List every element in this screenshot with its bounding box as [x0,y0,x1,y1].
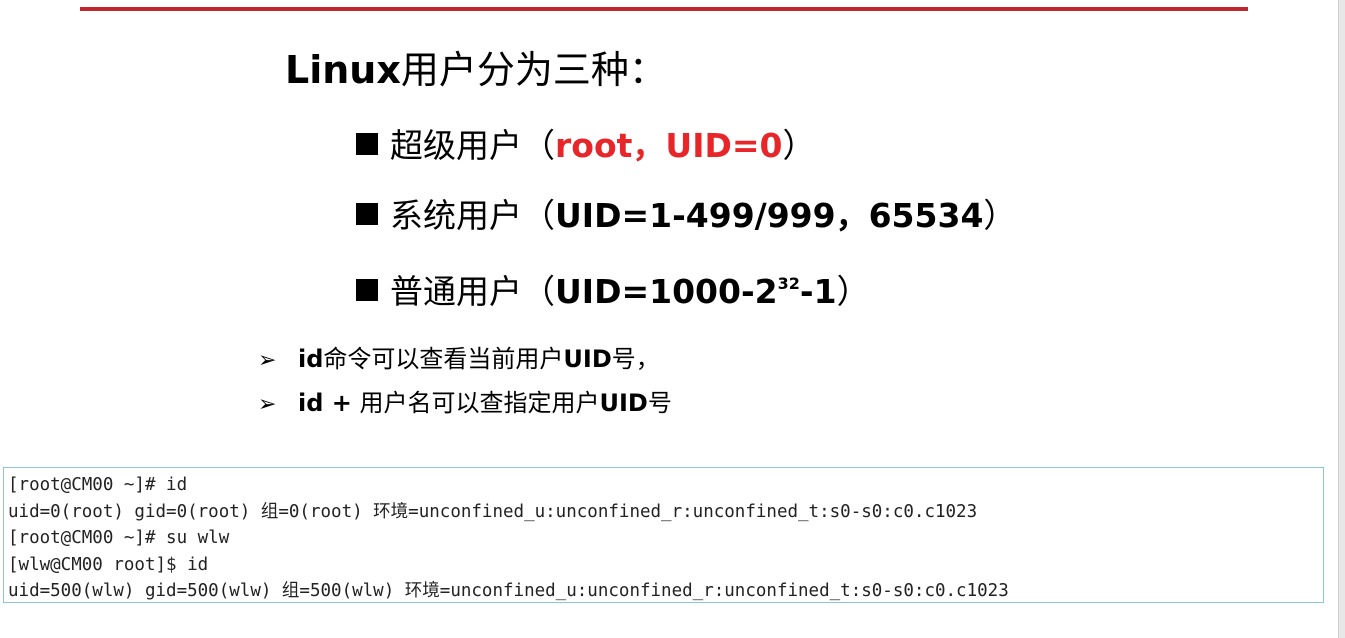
title-latin: Linux [285,48,401,92]
bullet-suffix: ） [782,126,816,165]
terminal-line: uid=0(root) gid=0(root) 组=0(root) 环境=unc… [8,501,978,522]
header-rule [80,7,1248,11]
bullet-range: UID=1000-2 [555,272,778,311]
bullet-highlight: root，UID=0 [555,126,783,165]
slide-title: Linux用户分为三种： [285,44,667,96]
scrollbar-edge [1338,0,1345,638]
bullet-suffix: ） [836,272,870,311]
note-id-command: ➢ id命令可以查看当前用户UID号， [258,342,660,378]
terminal-output: [root@CM00 ~]# id uid=0(root) gid=0(root… [3,467,1324,603]
note-text-tail: 号， [611,345,660,373]
note-command: id [298,345,324,373]
bullet-system-user: 系统用户（UID=1-499/999，65534） [356,192,1016,240]
square-bullet-icon [356,132,378,155]
note-uid: UID [599,389,648,417]
note-command: id + [298,389,352,417]
square-bullet-icon [356,278,378,301]
bullet-range-tail: -1 [799,272,837,311]
terminal-line: [root@CM00 ~]# id [8,475,188,495]
bullet-label: 系统用户（ [390,196,555,235]
note-id-username: ➢ id + 用户名可以查指定用户UID号 [258,386,672,422]
title-cjk: 用户分为三种： [400,48,667,92]
bullet-range: UID=1-499/999，65534 [555,196,984,235]
bullet-label: 超级用户（ [390,126,555,165]
terminal-line: [wlw@CM00 root]$ id [8,554,209,575]
arrow-bullet-icon: ➢ [258,348,277,373]
bullet-exponent: 32 [777,274,800,293]
square-bullet-icon [356,202,378,225]
terminal-line: [root@CM00 ~]# su wlw [8,528,230,548]
arrow-bullet-icon: ➢ [258,392,277,417]
terminal-line: uid=500(wlw) gid=500(wlw) 组=500(wlw) 环境=… [8,581,1009,601]
bullet-normal-user: 普通用户（UID=1000-232-1） [356,260,870,316]
bullet-superuser: 超级用户（root，UID=0） [356,122,815,170]
bullet-suffix: ） [983,196,1017,235]
note-text: 用户名可以查指定用户 [351,389,600,417]
bullet-label: 普通用户（ [390,272,555,311]
note-text: 命令可以查看当前用户 [323,345,564,373]
note-text-tail: 号 [647,389,672,417]
note-uid: UID [563,345,612,373]
